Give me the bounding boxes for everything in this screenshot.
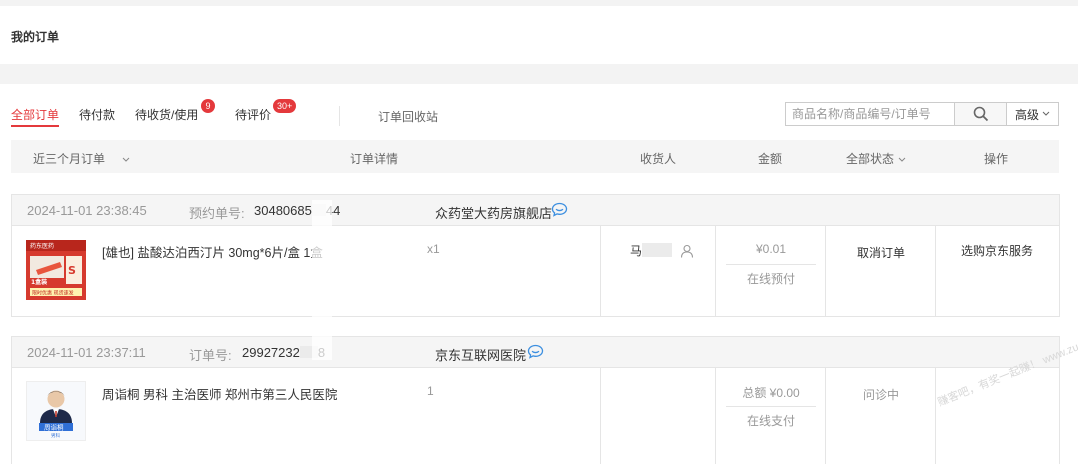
chevron-down-icon — [1042, 111, 1050, 116]
order-amount: 总额 ¥0.00 — [742, 386, 800, 400]
consultation-name-link[interactable]: 周诣桐 男科 主治医师 郑州市第三人民医院 — [102, 384, 337, 403]
order-status: 问诊中 — [862, 388, 899, 402]
order-header: 2024-11-01 23:37:11 订单号: 299272328 京东互联网… — [12, 337, 1059, 368]
cell-divider — [935, 368, 936, 464]
page-title: 我的订单 — [11, 30, 60, 44]
doctor-photo[interactable]: 周诣桐 男科 — [26, 381, 86, 441]
status-filter[interactable]: 全部状态 — [846, 150, 906, 167]
search-button[interactable] — [954, 102, 1007, 126]
customer-service-icon[interactable] — [551, 202, 568, 220]
consignee[interactable]: 马 — [630, 242, 694, 259]
cell-divider — [935, 226, 936, 316]
cell-divider — [600, 368, 601, 464]
pending-review-count-badge: 30+ — [273, 99, 297, 113]
order-card: 2024-11-01 23:37:11 订单号: 299272328 京东互联网… — [11, 336, 1060, 464]
cell-divider — [600, 226, 601, 316]
product-image[interactable]: 药东医药 1盒装 S 限时优惠 现货速发 — [26, 240, 86, 300]
shop-name-link[interactable]: 京东互联网医院 — [435, 345, 526, 364]
buy-jd-service-link[interactable]: 选购京东服务 — [936, 242, 1058, 259]
svg-text:S: S — [68, 264, 76, 277]
payment-method: 在线预付 — [746, 272, 795, 286]
product-quantity: x1 — [427, 242, 440, 256]
tab-pending-review-label: 待评价 — [235, 108, 272, 122]
advanced-search-label: 高级 — [1014, 107, 1039, 122]
order-datetime: 2024-11-01 23:38:45 — [27, 203, 147, 218]
period-filter[interactable]: 近三个月订单 — [33, 150, 130, 167]
product-quantity: 1 — [427, 384, 434, 398]
thumb-doctor-name: 周诣桐 — [44, 423, 64, 432]
cancel-order-button[interactable]: 取消订单 — [826, 244, 936, 261]
tab-all-orders[interactable]: 全部订单 — [11, 106, 60, 127]
tab-pending-receipt-label: 待收货/使用 — [135, 108, 199, 122]
thumb-doctor-dept: 男科 — [51, 432, 60, 439]
amount-separator — [726, 406, 816, 407]
chevron-down-icon — [899, 157, 906, 162]
tab-divider — [339, 106, 340, 126]
period-filter-label: 近三个月订单 — [33, 152, 106, 166]
title-panel: 我的订单 — [0, 6, 1078, 64]
column-actions: 操作 — [984, 152, 1009, 166]
gap-band — [0, 64, 1078, 84]
tab-pending-review[interactable]: 待评价 30+ — [235, 99, 297, 123]
shop-name-link[interactable]: 众药堂大药房旗舰店 — [435, 203, 552, 222]
cell-divider — [825, 226, 826, 316]
customer-service-icon[interactable] — [527, 344, 544, 362]
privacy-mask-overlay — [312, 200, 332, 360]
chevron-down-icon — [123, 157, 130, 162]
orders-panel: 全部订单 待付款 待收货/使用 9 待评价 30+ 订单回收站 高级 近三个月订… — [0, 84, 1078, 465]
consignee-name: 马 — [630, 242, 673, 259]
tab-pending-receipt[interactable]: 待收货/使用 9 — [135, 99, 215, 123]
pending-receipt-count-badge: 9 — [201, 99, 215, 113]
payment-method: 在线支付 — [746, 414, 795, 428]
product-name-link[interactable]: [雄也] 盐酸达泊西汀片 30mg*6片/盒 1盒 — [102, 242, 323, 261]
masked-name — [642, 243, 673, 257]
column-amount: 金额 — [758, 152, 783, 166]
advanced-search-button[interactable]: 高级 — [1007, 102, 1059, 126]
order-search-input[interactable] — [785, 102, 955, 126]
order-recycle-bin-link[interactable]: 订单回收站 — [378, 108, 438, 125]
column-consignee: 收货人 — [640, 152, 677, 166]
order-number-digits: 29927232 — [242, 345, 300, 360]
thumb-box-text: 1盒装 — [31, 278, 47, 286]
thumb-promo-text: 限时优惠 现货速发 — [32, 290, 74, 297]
status-filter-label: 全部状态 — [846, 152, 895, 166]
order-table-header: 近三个月订单 订单详情 收货人 金额 全部状态 操作 — [11, 140, 1059, 173]
order-amount: ¥0.01 — [755, 242, 787, 256]
order-datetime: 2024-11-01 23:37:11 — [27, 345, 146, 360]
order-card: 2024-11-01 23:38:45 预约单号: 30480685 44 众药堂… — [11, 194, 1060, 317]
order-header: 2024-11-01 23:38:45 预约单号: 30480685 44 众药堂… — [12, 195, 1059, 226]
user-icon — [680, 244, 694, 258]
thumb-brand-text: 药东医药 — [30, 242, 54, 250]
amount-separator — [726, 264, 816, 265]
order-number-label: 订单号: — [189, 348, 232, 363]
cell-divider — [825, 368, 826, 464]
order-number-label: 预约单号: — [189, 206, 245, 221]
order-number-digits: 30480685 — [254, 203, 312, 218]
tab-pending-payment[interactable]: 待付款 — [79, 106, 115, 123]
search-icon — [973, 106, 988, 122]
column-order-details: 订单详情 — [350, 152, 399, 166]
